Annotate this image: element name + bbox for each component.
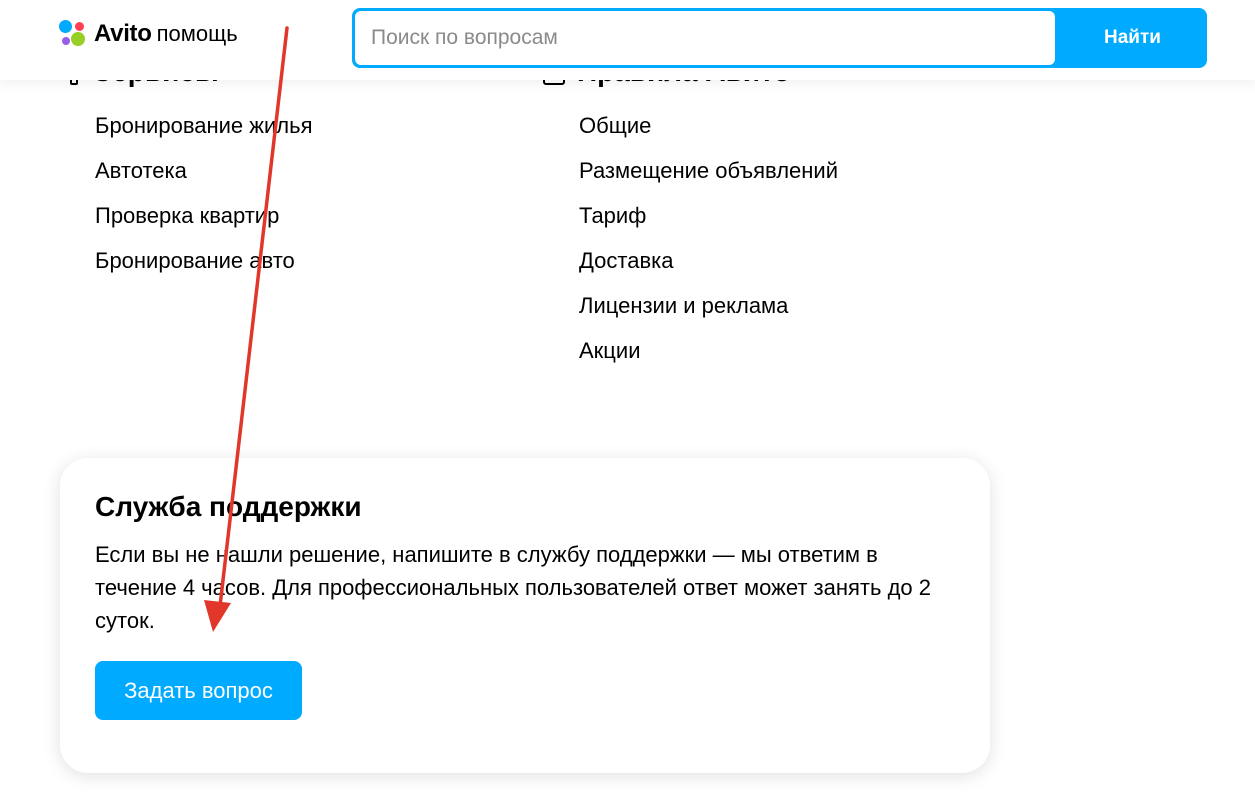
logo-brand: Avito xyxy=(94,20,152,47)
rules-link[interactable]: Тариф xyxy=(579,200,838,245)
rules-link[interactable]: Размещение объявлений xyxy=(579,155,838,200)
logo-product: помощь xyxy=(156,21,238,46)
rules-link[interactable]: Общие xyxy=(579,110,838,155)
services-link[interactable]: Автотека xyxy=(95,155,313,200)
rules-link[interactable]: Доставка xyxy=(579,245,838,290)
avito-logo-icon xyxy=(58,19,88,49)
services-link[interactable]: Бронирование авто xyxy=(95,245,313,290)
services-link[interactable]: Бронирование жилья xyxy=(95,110,313,155)
rules-link[interactable]: Лицензии и реклама xyxy=(579,290,838,335)
support-card: Служба поддержки Если вы не нашли решени… xyxy=(60,458,990,773)
search-bar: Найти xyxy=(352,8,1207,68)
ask-question-button[interactable]: Задать вопрос xyxy=(95,661,302,720)
header: Avito помощь Найти xyxy=(0,0,1255,80)
services-list: Бронирование жилья Автотека Проверка ква… xyxy=(95,110,313,290)
search-input[interactable] xyxy=(355,11,1055,65)
services-link[interactable]: Проверка квартир xyxy=(95,200,313,245)
search-button[interactable]: Найти xyxy=(1058,8,1207,68)
help-page: Сервисы Правила Авито Avito помощь Найти… xyxy=(0,0,1255,800)
rules-list: Общие Размещение объявлений Тариф Достав… xyxy=(579,110,838,380)
avito-help-logo[interactable]: Avito помощь xyxy=(58,18,238,50)
support-text: Если вы не нашли решение, напишите в слу… xyxy=(95,542,931,633)
support-title: Служба поддержки xyxy=(95,491,362,522)
rules-link[interactable]: Акции xyxy=(579,335,838,380)
